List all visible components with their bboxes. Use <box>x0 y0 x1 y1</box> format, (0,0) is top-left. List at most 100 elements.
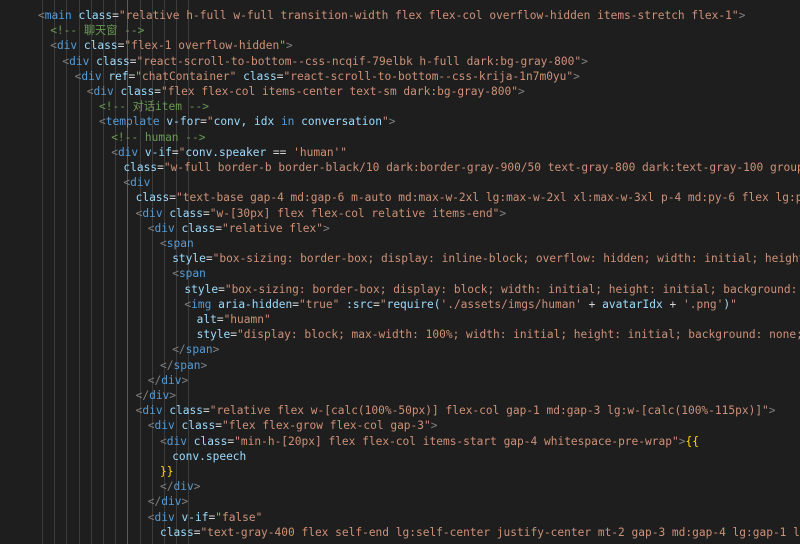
code-line: </span> <box>172 342 219 357</box>
code-token: style <box>172 252 206 266</box>
code-token: div <box>154 221 175 235</box>
code-token: "box-sizing: border-box; display: inline… <box>212 252 800 266</box>
code-token: class <box>83 39 118 53</box>
code-token: > <box>323 221 330 235</box>
code-token: class <box>123 161 158 174</box>
code-token: </ <box>135 389 150 402</box>
code-line: <span <box>160 236 194 251</box>
code-token: > <box>581 54 588 68</box>
code-token: = <box>215 419 222 433</box>
code-token: </ <box>160 480 174 494</box>
code-token: "min-h-[20px] flex flex-col items-start … <box>234 434 679 448</box>
code-token: v-if <box>181 510 209 524</box>
code-token: = <box>292 297 299 311</box>
code-token: span <box>166 237 194 250</box>
code-token: > <box>388 115 396 129</box>
code-token: = <box>373 297 380 311</box>
code-token: "false" <box>215 510 263 524</box>
code-token: conversation <box>301 115 382 129</box>
code-token: ref <box>108 69 129 83</box>
code-line: class="text-base gap-4 md:gap-6 m-auto m… <box>136 190 800 205</box>
code-token: "w-[30px] flex flex-col relative items-e… <box>209 206 500 220</box>
code-token: </ <box>147 495 162 509</box>
code-token: div <box>142 404 163 418</box>
code-token: class <box>169 206 203 220</box>
code-token: }} <box>160 465 174 478</box>
code-token: class <box>96 54 130 68</box>
code-token: 'human'" <box>293 145 348 159</box>
code-token: > <box>573 69 580 83</box>
code-token: span <box>178 267 206 281</box>
code-token: div <box>81 69 102 83</box>
code-line: class="w-full border-b border-black/10 d… <box>123 160 800 175</box>
code-token: "relative flex" <box>221 221 323 235</box>
code-line: <!-- human --> <box>111 130 205 145</box>
code-line: <div ref="chatContainer" class="react-sc… <box>75 69 580 84</box>
code-token: template <box>105 115 160 129</box>
code-token: < <box>99 115 106 129</box>
code-token: "box-sizing: border-box; display: block;… <box>224 282 800 296</box>
code-line: conv.speech <box>172 449 246 464</box>
code-token: div <box>154 510 175 524</box>
code-token: <!-- 对话item --> <box>99 100 209 114</box>
code-token: './assets/imgs/human' <box>440 297 582 311</box>
code-token: < <box>50 39 57 53</box>
code-line: </div> <box>136 388 176 403</box>
code-line: <span <box>172 266 206 281</box>
code-token: "react-scroll-to-bottom--css-ncqif-79elb… <box>136 54 582 68</box>
code-token: < <box>147 221 155 235</box>
code-token: in <box>274 115 302 129</box>
code-token: div <box>149 389 170 402</box>
code-editor[interactable]: <main class="relative h-full w-full tran… <box>0 0 800 544</box>
code-line: <div class="react-scroll-to-bottom--css-… <box>62 54 587 69</box>
code-token: span <box>173 358 201 372</box>
code-token: </ <box>147 373 162 387</box>
code-token: main <box>44 9 72 22</box>
code-token: < <box>147 419 155 433</box>
code-line: <div <box>123 175 150 190</box>
code-line: style="box-sizing: border-box; display: … <box>172 251 800 266</box>
code-line: <template v-for="conv, idx in conversati… <box>99 114 395 129</box>
code-token: = <box>203 404 210 418</box>
code-token: "text-base gap-4 md:gap-6 m-auto md:max-… <box>176 191 800 205</box>
code-token: class <box>193 434 228 448</box>
code-line: <div class="relative flex w-[calc(100%-5… <box>136 403 776 418</box>
code-token: > <box>286 39 293 53</box>
code-token: == <box>266 145 294 159</box>
code-token: <!-- 聊天窗 --> <box>50 24 145 38</box>
code-token: < <box>160 434 167 448</box>
code-token: class <box>243 69 277 83</box>
code-line: <div v-if="conv.speaker == 'human'" <box>111 145 347 160</box>
code-token: class <box>135 191 170 205</box>
code-token: :src <box>346 297 374 311</box>
code-token: div <box>130 176 151 190</box>
code-token: > <box>430 419 438 433</box>
code-token: div <box>117 145 139 159</box>
code-token: > <box>169 389 177 402</box>
code-token: div <box>154 419 175 433</box>
code-token: "flex-1 overflow-hidden" <box>124 39 286 53</box>
code-token: div <box>166 434 187 448</box>
code-token: > <box>181 495 189 509</box>
code-line: </div> <box>148 494 188 509</box>
code-token: "relative h-full w-full transition-width… <box>118 9 739 22</box>
code-token: </ <box>160 358 174 372</box>
code-token: > <box>517 85 525 98</box>
code-token: div <box>142 206 163 220</box>
code-token: div <box>161 373 182 387</box>
indent-guide <box>54 0 56 544</box>
code-token: conv.speech <box>172 449 247 463</box>
code-line: <div class="flex flex-grow flex-col gap-… <box>148 418 438 433</box>
code-line: <img aria-hidden="true" :src="require('.… <box>184 297 737 312</box>
code-token: = <box>215 221 222 235</box>
code-token: {{ <box>685 434 699 448</box>
code-token: v-for <box>166 115 201 129</box>
code-token: class <box>181 419 216 433</box>
code-token: class <box>120 85 155 98</box>
code-line: <div class="w-[30px] flex flex-col relat… <box>136 206 507 221</box>
